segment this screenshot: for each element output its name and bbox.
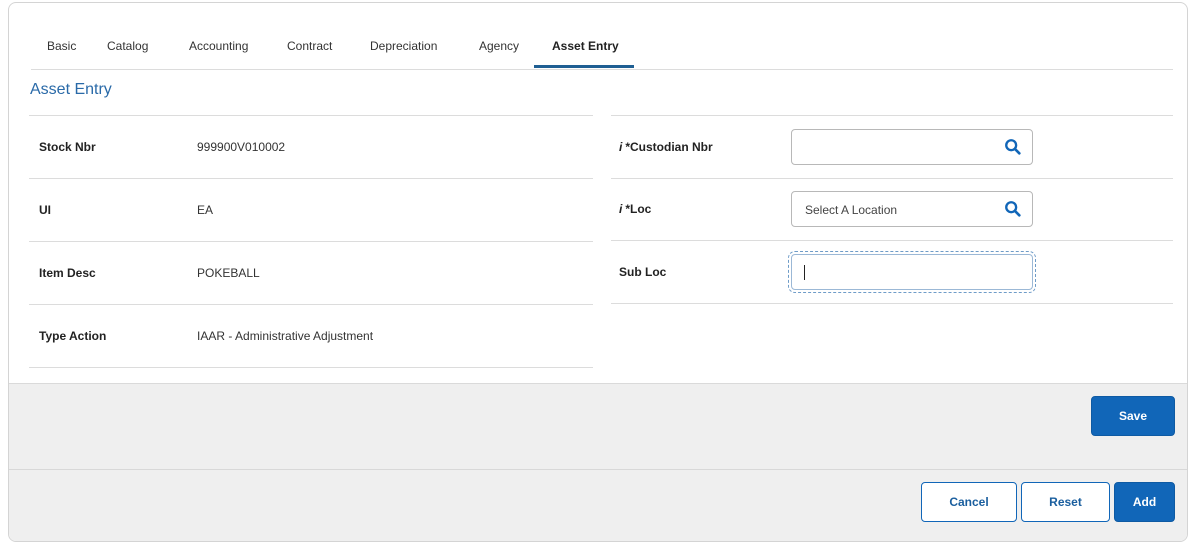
type-action-value: IAAR - Administrative Adjustment	[197, 329, 374, 343]
item-desc-value: POKEBALL	[197, 266, 260, 280]
ui-label: UI	[39, 203, 51, 217]
row-loc: i *Loc Select A Location	[611, 178, 1173, 241]
text-caret	[804, 265, 805, 280]
stock-nbr-label: Stock Nbr	[39, 140, 96, 154]
custodian-nbr-label: i *Custodian Nbr	[619, 140, 713, 154]
row-stock-nbr: Stock Nbr 999900V010002	[29, 116, 593, 179]
action-bar: Cancel Reset Add	[9, 469, 1187, 541]
sub-loc-input[interactable]	[788, 251, 1036, 293]
reset-button[interactable]: Reset	[1021, 482, 1110, 522]
search-icon[interactable]	[1004, 138, 1022, 156]
stock-nbr-value: 999900V010002	[197, 140, 286, 154]
add-button[interactable]: Add	[1114, 482, 1175, 522]
cancel-button[interactable]: Cancel	[921, 482, 1017, 522]
save-button[interactable]: Save	[1091, 396, 1175, 436]
tab-agency[interactable]: Agency	[479, 39, 519, 53]
row-custodian-nbr: i *Custodian Nbr	[611, 115, 1173, 179]
tab-accounting[interactable]: Accounting	[189, 39, 248, 53]
section-title: Asset Entry	[30, 81, 112, 98]
tab-contract[interactable]: Contract	[287, 39, 332, 53]
tab-asset-entry[interactable]: Asset Entry	[552, 39, 619, 53]
asset-form-card: Basic Catalog Accounting Contract Deprec…	[8, 2, 1188, 542]
info-icon[interactable]: i	[619, 140, 622, 154]
loc-label: i *Loc	[619, 202, 652, 216]
tab-basic[interactable]: Basic	[47, 39, 76, 53]
loc-placeholder: Select A Location	[805, 203, 898, 217]
custodian-nbr-input[interactable]	[791, 129, 1033, 165]
row-item-desc: Item Desc POKEBALL	[29, 242, 593, 305]
row-ui: UI EA	[29, 179, 593, 242]
tab-bar: Basic Catalog Accounting Contract Deprec…	[31, 3, 1173, 70]
active-tab-indicator	[534, 65, 634, 68]
search-icon[interactable]	[1004, 200, 1022, 218]
loc-input[interactable]: Select A Location	[791, 191, 1033, 227]
item-desc-label: Item Desc	[39, 266, 96, 280]
tab-depreciation[interactable]: Depreciation	[370, 39, 437, 53]
ui-value: EA	[197, 203, 214, 217]
sub-loc-label: Sub Loc	[619, 265, 667, 279]
row-sub-loc: Sub Loc	[611, 241, 1173, 304]
tab-catalog[interactable]: Catalog	[107, 39, 148, 53]
info-icon[interactable]: i	[619, 202, 622, 216]
row-type-action: Type Action IAAR - Administrative Adjust…	[29, 305, 593, 368]
save-bar: Save	[9, 383, 1187, 474]
type-action-label: Type Action	[39, 329, 107, 343]
